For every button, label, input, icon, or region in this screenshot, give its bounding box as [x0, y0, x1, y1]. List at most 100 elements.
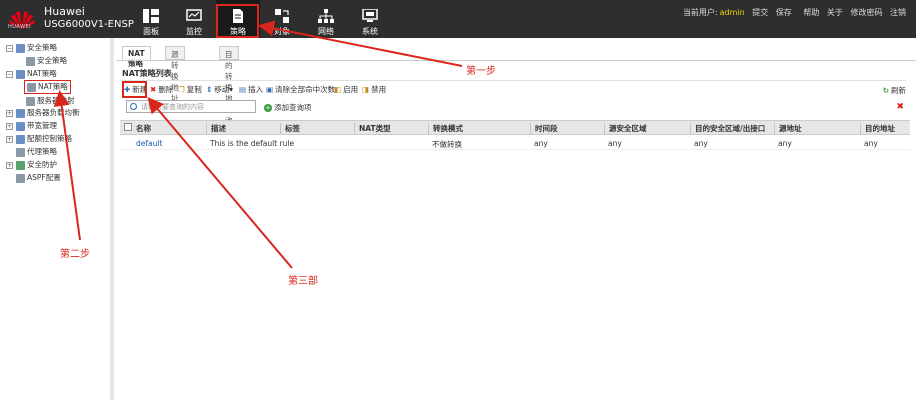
folder-icon [16, 121, 25, 131]
expand-icon[interactable]: + [6, 109, 13, 117]
refresh-button[interactable]: ↻ 刷新 [883, 85, 906, 96]
button-label: 启用 [343, 85, 359, 94]
tab-divider [116, 60, 916, 61]
folder-icon [16, 69, 25, 79]
nav-system[interactable]: 系统 [348, 0, 392, 38]
cell-description: This is the default rule [210, 139, 295, 148]
current-user: admin [719, 8, 745, 17]
insert-button[interactable]: ▤ 插入 [239, 84, 263, 95]
search-input[interactable]: 请输入要查询的内容 [126, 100, 256, 113]
close-icon[interactable]: ✖ [896, 102, 904, 112]
tree-security-policy[interactable]: 安全策略 [26, 55, 67, 67]
step1-label: 第一步 [466, 66, 496, 77]
button-label: 复制 [186, 85, 202, 94]
nav-label: 监控 [186, 27, 202, 36]
tree-security-policy-group[interactable]: − 安全策略 [6, 42, 57, 54]
change-password-link[interactable]: 修改密码 [850, 8, 882, 17]
title-divider [122, 80, 906, 81]
button-label: 移动▾ [214, 85, 234, 94]
tree-server-lb[interactable]: + 服务器负载均衡 [6, 107, 80, 119]
tree-security-protect[interactable]: + 安全防护 [6, 159, 57, 171]
enable-button[interactable]: ◧ 启用 [334, 84, 358, 95]
step3-label: 第三部 [288, 276, 318, 287]
add-query-item-button[interactable]: + 添加查询项 [264, 102, 312, 113]
col-time-range[interactable]: 时间段 [530, 123, 558, 134]
current-user-label: 当前用户: [682, 8, 718, 17]
tree-bandwidth[interactable]: + 带宽管理 [6, 120, 57, 132]
tree-label: NAT策略 [27, 69, 57, 78]
button-label: 添加查询项 [274, 103, 312, 112]
tree-label: 服务器负载均衡 [27, 108, 80, 117]
page-icon [26, 56, 35, 66]
tab-nat-policy[interactable]: NAT策略 [122, 46, 151, 68]
step3-highlight-box [122, 81, 147, 98]
col-dest-zone[interactable]: 目的安全区域/出接口 [690, 123, 765, 134]
expand-icon[interactable]: + [6, 135, 13, 143]
collapse-icon[interactable]: − [6, 44, 13, 52]
col-name[interactable]: 名称 [136, 123, 151, 134]
cell-source-zone: any [608, 139, 622, 148]
col-description[interactable]: 描述 [206, 123, 226, 134]
nav-monitor[interactable]: 监控 [172, 0, 216, 38]
enable-icon: ◧ [334, 85, 342, 94]
rule-name-link[interactable]: default [136, 139, 162, 148]
section-title: NAT策略列表 [122, 69, 172, 78]
col-nat-type[interactable]: NAT类型 [354, 123, 391, 134]
cell-dest-zone: any [694, 139, 708, 148]
collapse-icon[interactable]: − [6, 70, 13, 78]
copy-button[interactable]: ❐ 复制 [178, 84, 202, 95]
table-row[interactable]: default This is the default rule 不做转换 an… [120, 136, 910, 150]
tree-server-mapping[interactable]: 服务器映射 [26, 95, 75, 107]
expand-icon[interactable]: + [6, 161, 13, 169]
tree-label: ASPF配置 [27, 173, 61, 182]
step2-label: 第二步 [60, 249, 90, 260]
tree-label: NAT策略 [38, 82, 68, 91]
insert-icon: ▤ [239, 85, 247, 94]
system-icon [362, 9, 378, 22]
network-icon [318, 9, 334, 23]
button-label: 插入 [248, 85, 264, 94]
clear-icon: ▣ [266, 85, 274, 94]
move-button[interactable]: ⇕ 移动▾ [206, 84, 233, 95]
nav-object[interactable]: 对象 [260, 0, 304, 38]
main-panel: NAT策略 源转换地址池 目的转换地址池 NAT策略列表 ✚新建 ✖删除 ❐复制… [116, 38, 916, 400]
dashboard-icon [143, 9, 159, 23]
disable-icon: ◨ [362, 85, 370, 94]
tree-label: 服务器映射 [37, 96, 75, 105]
expand-icon[interactable]: + [6, 122, 13, 130]
tab-dest-pool[interactable]: 目的转换地址池 [219, 46, 239, 125]
table-header: 名称 描述 标签 NAT类型 转换模式 时间段 源安全区域 目的安全区域/出接口… [120, 120, 910, 135]
tree-aspf[interactable]: ASPF配置 [16, 172, 61, 184]
delete-button[interactable]: ✖ 删除 [150, 84, 173, 95]
tab-source-pool[interactable]: 源转换地址池 [165, 46, 185, 114]
disable-button[interactable]: ◨ 禁用 [362, 84, 386, 95]
col-tag[interactable]: 标签 [280, 123, 300, 134]
help-link[interactable]: 帮助 [803, 8, 819, 17]
tree-nat-policy-group[interactable]: − NAT策略 [6, 68, 57, 80]
about-link[interactable]: 关于 [827, 8, 843, 17]
tree-nat-policy[interactable]: NAT策略 [24, 80, 71, 94]
sidebar-splitter[interactable] [110, 38, 114, 400]
col-translation-mode[interactable]: 转换模式 [428, 123, 463, 134]
tree-proxy[interactable]: 代理策略 [16, 146, 57, 158]
page-icon [16, 147, 25, 157]
select-all-checkbox[interactable] [124, 123, 132, 131]
object-icon [275, 9, 289, 23]
commit-link[interactable]: 提交 [752, 8, 768, 17]
save-link[interactable]: 保存 [776, 8, 792, 17]
col-source-zone[interactable]: 源安全区域 [604, 123, 647, 134]
copy-icon: ❐ [178, 85, 185, 94]
col-dest-address[interactable]: 目的地址 [860, 123, 895, 134]
col-source-address[interactable]: 源地址 [774, 123, 802, 134]
button-label: 刷新 [891, 86, 906, 95]
search-icon [130, 103, 137, 110]
cell-source-address: any [778, 139, 792, 148]
cell-time-range: any [534, 139, 548, 148]
logout-link[interactable]: 注销 [890, 8, 906, 17]
clear-hits-button[interactable]: ▣ 清除全部命中次数 [266, 84, 335, 95]
nav-label: 对象 [274, 27, 290, 36]
button-label: 禁用 [371, 85, 387, 94]
nav-dashboard[interactable]: 面板 [129, 0, 173, 38]
tree-quota[interactable]: + 配额控制策略 [6, 133, 72, 145]
nav-network[interactable]: 网络 [304, 0, 348, 38]
